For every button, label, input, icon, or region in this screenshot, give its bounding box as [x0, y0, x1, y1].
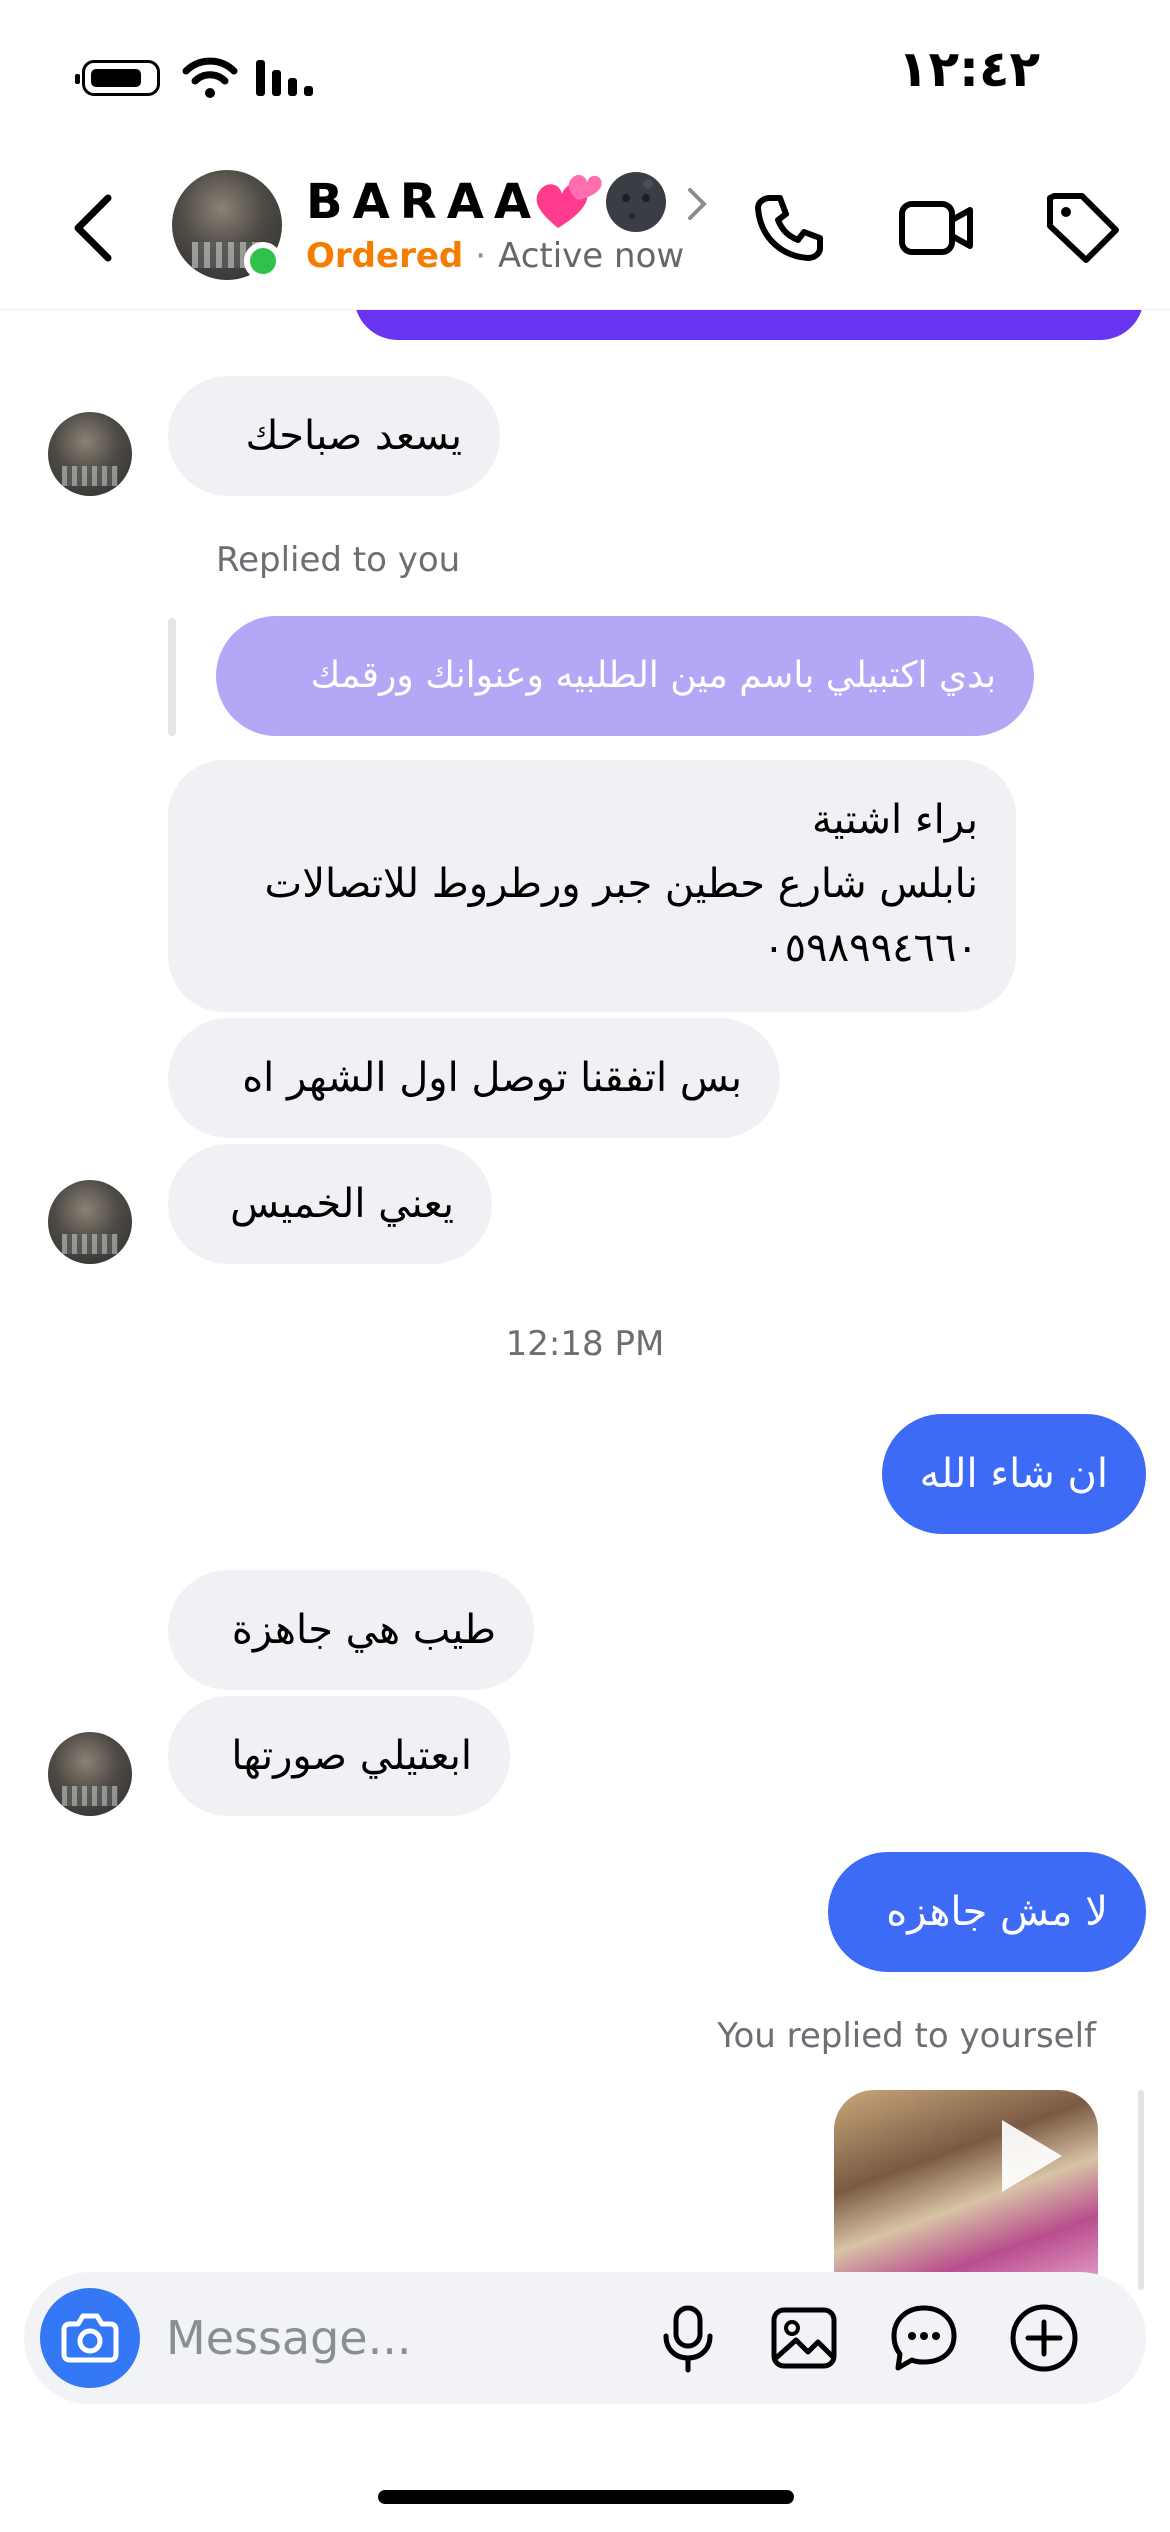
status-time: ١٢:٤٢: [897, 40, 1040, 98]
incoming-message[interactable]: طيب هي جاهزة: [168, 1570, 534, 1690]
camera-icon: [61, 2313, 119, 2363]
gallery-icon[interactable]: [768, 2302, 840, 2374]
quote-bar: [168, 618, 176, 736]
address-name: براء اشتية: [811, 797, 978, 843]
battery-icon: [75, 60, 160, 96]
address-street: نابلس شارع حطين جبر ورطروط للاتصالات: [264, 861, 978, 907]
self-reply-label: You replied to yourself: [717, 2016, 1096, 2056]
chat-header: BARAA Ordered · Active now: [0, 150, 1170, 310]
subtitle-separator: ·: [475, 236, 487, 276]
presence-status: Active now: [498, 236, 685, 276]
tag-icon[interactable]: [1042, 188, 1122, 268]
camera-button[interactable]: [40, 2288, 140, 2388]
incoming-message[interactable]: يسعد صباحك: [168, 376, 500, 496]
plus-icon[interactable]: [1008, 2302, 1080, 2374]
home-indicator: [378, 2490, 794, 2504]
order-status[interactable]: Ordered: [306, 236, 463, 276]
outgoing-message[interactable]: لا مش جاهزه: [828, 1852, 1146, 1972]
video-icon[interactable]: [896, 188, 976, 268]
signal-icon: [256, 60, 313, 96]
incoming-message[interactable]: ابعتيلي صورتها: [168, 1696, 510, 1816]
message-composer: [24, 2272, 1146, 2404]
sticker-icon[interactable]: [888, 2302, 960, 2374]
contact-avatar-small[interactable]: [48, 412, 132, 496]
reply-label: Replied to you: [216, 540, 461, 580]
outgoing-message[interactable]: ان شاء الله: [882, 1414, 1146, 1534]
quoted-message[interactable]: بدي اكتبيلي باسم مين الطلبيه وعنوانك ورق…: [216, 616, 1034, 736]
message-list[interactable]: يسعد صباحك Replied to you بدي اكتبيلي با…: [0, 260, 1170, 2532]
reply-thread-bar: [1138, 2090, 1144, 2290]
back-icon[interactable]: [60, 188, 130, 268]
address-phone: ٠٥٩٨٩٩٤٦٦٠: [763, 925, 978, 971]
status-bar: ١٢:٤٢: [0, 0, 1170, 150]
phone-icon[interactable]: [748, 188, 828, 268]
contact-avatar-small[interactable]: [48, 1180, 132, 1264]
online-indicator: [244, 242, 282, 280]
incoming-message-address[interactable]: براء اشتية نابلس شارع حطين جبر ورطروط لل…: [168, 760, 1016, 1012]
microphone-icon[interactable]: [652, 2302, 724, 2374]
incoming-message[interactable]: يعني الخميس: [168, 1144, 492, 1264]
video-thumbnail[interactable]: [834, 2090, 1098, 2290]
play-icon[interactable]: [1002, 2120, 1062, 2192]
contact-subtitle: Ordered · Active now: [306, 236, 684, 276]
wifi-icon: [182, 57, 238, 98]
message-input[interactable]: [166, 2298, 646, 2378]
chevron-right-icon[interactable]: [686, 184, 710, 224]
contact-name-emoji: [532, 168, 672, 242]
contact-avatar-small[interactable]: [48, 1732, 132, 1816]
contact-name[interactable]: BARAA: [306, 174, 541, 230]
timestamp: 12:18 PM: [505, 1324, 665, 1364]
incoming-message[interactable]: بس اتفقنا توصل اول الشهر اه: [168, 1018, 780, 1138]
